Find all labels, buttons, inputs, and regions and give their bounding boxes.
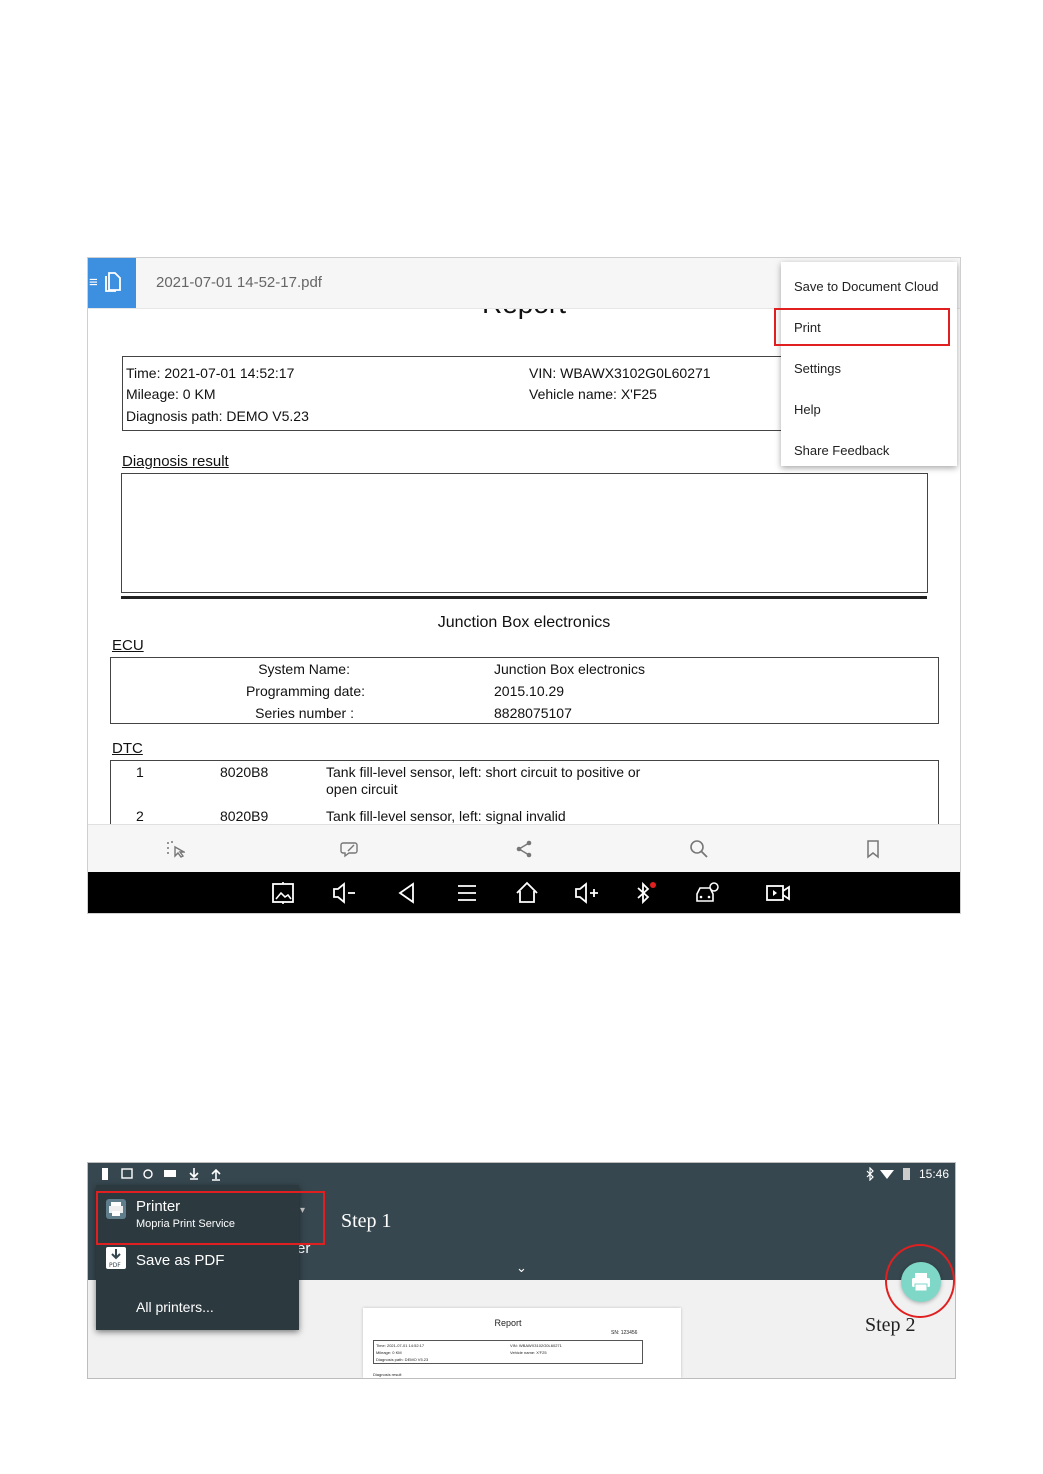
- screen-record-icon[interactable]: [765, 880, 791, 906]
- ecu-row-value: 2015.10.29: [494, 683, 565, 699]
- menu-icon[interactable]: [454, 880, 480, 906]
- notification-icons: [102, 1168, 221, 1181]
- ecu-row-value: 8828075107: [494, 705, 572, 721]
- volume-up-icon[interactable]: [574, 880, 600, 906]
- pdf-viewer-screenshot: Report ≡ 2021-07-01 14-52-17.pdf Time: 2…: [87, 257, 961, 914]
- document-menu-button[interactable]: ≡: [88, 258, 136, 308]
- dtc-index: 1: [136, 764, 144, 780]
- dtc-description-cont: open circuit: [326, 781, 398, 797]
- step1-label: Step 1: [341, 1210, 392, 1232]
- pdf-icon: PDF: [106, 1247, 126, 1269]
- ecu-label: ECU: [112, 637, 144, 654]
- ecu-row-label: System Name:: [258, 661, 350, 677]
- dtc-code: 8020B9: [220, 808, 269, 824]
- preview-mileage: Mileage: 0 KM: [376, 1350, 402, 1355]
- preview-info-box: Time: 2021-07-01 14:52:17 Mileage: 0 KM …: [373, 1340, 643, 1364]
- ecu-row-label: Programming date:: [245, 683, 365, 699]
- diagnosis-result-label: Diagnosis result: [122, 453, 229, 470]
- print-fab-button[interactable]: [901, 1262, 941, 1302]
- preview-vehicle: Vehicle name: X'F25: [510, 1350, 547, 1355]
- all-printers-option[interactable]: All printers...: [136, 1299, 214, 1315]
- document-filename: 2021-07-01 14-52-17.pdf: [156, 274, 322, 291]
- back-icon[interactable]: [394, 880, 420, 906]
- overflow-menu: Save to Document Cloud Print Settings He…: [781, 262, 957, 466]
- print-preview-page: Report SN: 123456 Time: 2021-07-01 14:52…: [363, 1308, 681, 1378]
- system-status-icons: [866, 1167, 910, 1181]
- step2-label: Step 2: [865, 1314, 916, 1336]
- preview-vin: VIN: WBAWX3102G0L60271: [510, 1343, 562, 1348]
- dtc-index: 2: [136, 808, 144, 824]
- dtc-label: DTC: [112, 740, 143, 757]
- document-icon: [105, 272, 121, 292]
- bluetooth-icon[interactable]: [631, 880, 657, 906]
- print-dialog-screenshot: 15:46 er Step 1 ⌄ Printer Mopria Print S…: [87, 1162, 956, 1379]
- search-icon[interactable]: [689, 839, 709, 859]
- section-title: Junction Box electronics: [437, 614, 611, 631]
- preview-title: Report: [494, 1318, 522, 1328]
- report-mileage: Mileage: 0 KM: [126, 386, 216, 402]
- report-vin: VIN: WBAWX3102G0L60271: [529, 365, 711, 381]
- ecu-table: System Name: Junction Box electronics Pr…: [110, 657, 939, 724]
- preview-time: Time: 2021-07-01 14:52:17: [376, 1343, 425, 1348]
- dtc-description: Tank fill-level sensor, left: short circ…: [326, 764, 641, 780]
- screenshot-icon[interactable]: [270, 880, 296, 906]
- car-diagnostics-icon[interactable]: [694, 880, 720, 906]
- select-icon[interactable]: [165, 839, 185, 859]
- home-icon[interactable]: [514, 880, 540, 906]
- svg-text:PDF: PDF: [109, 1262, 121, 1269]
- report-time: Time: 2021-07-01 14:52:17: [126, 365, 295, 381]
- bottom-toolbar: [88, 824, 960, 873]
- preview-diag: Diagnosis result: [373, 1372, 402, 1377]
- menu-item-help[interactable]: Help: [794, 402, 821, 417]
- printer-highlight-box: [96, 1191, 325, 1245]
- menu-item-settings[interactable]: Settings: [794, 361, 841, 376]
- report-vehicle-name: Vehicle name: X'F25: [529, 386, 657, 402]
- print-icon: [912, 1273, 930, 1292]
- preview-sn: SN: 123456: [611, 1330, 638, 1336]
- report-diagnosis-path: Diagnosis path: DEMO V5.23: [126, 408, 309, 424]
- ecu-row-label: Series number :: [255, 705, 354, 721]
- system-nav-bar: [88, 872, 960, 913]
- dtc-description: Tank fill-level sensor, left: signal inv…: [326, 808, 566, 824]
- report-info-box: Time: 2021-07-01 14:52:17 Mileage: 0 KM …: [122, 356, 832, 431]
- print-highlight-box: [774, 308, 950, 346]
- save-as-pdf-option[interactable]: Save as PDF: [136, 1252, 224, 1269]
- bookmark-icon[interactable]: [863, 839, 883, 859]
- menu-item-save-to-cloud[interactable]: Save to Document Cloud: [794, 279, 939, 294]
- hamburger-icon: ≡: [89, 274, 98, 291]
- share-icon[interactable]: [514, 839, 534, 859]
- comment-icon[interactable]: [340, 839, 360, 859]
- preview-path: Diagnosis path: DEMO V5.23: [376, 1357, 429, 1362]
- menu-item-share-feedback[interactable]: Share Feedback: [794, 443, 889, 458]
- volume-down-icon[interactable]: [331, 880, 357, 906]
- diagnosis-result-box: [121, 473, 928, 593]
- ecu-row-value: Junction Box electronics: [494, 661, 645, 677]
- dtc-code: 8020B8: [220, 764, 269, 780]
- status-bar: 15:46: [88, 1163, 955, 1185]
- status-time: 15:46: [918, 1167, 949, 1181]
- section-divider: [121, 596, 927, 599]
- chevron-down-icon[interactable]: ⌄: [516, 1260, 527, 1276]
